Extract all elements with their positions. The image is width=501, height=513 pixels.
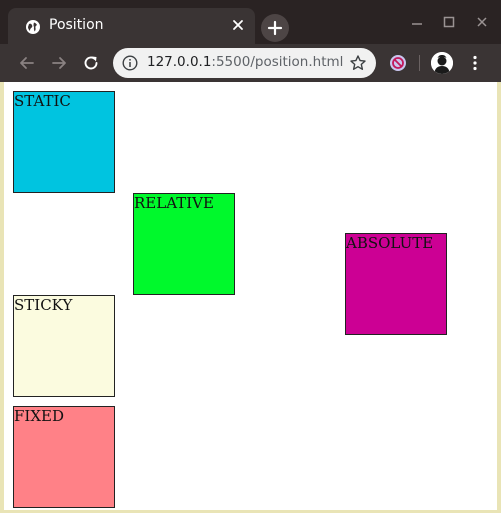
new-tab-button[interactable] <box>261 14 289 42</box>
star-icon[interactable] <box>349 54 367 72</box>
absolute-box-label: ABSOLUTE <box>346 234 434 252</box>
browser-window: Position 127.0.0.1:5500/position.html ST… <box>0 0 501 513</box>
address-bar[interactable]: 127.0.0.1:5500/position.html <box>113 48 376 78</box>
tab-strip: Position <box>0 0 501 44</box>
url-text: 127.0.0.1:5500/position.html <box>147 54 343 70</box>
block-icon[interactable] <box>389 54 407 72</box>
toolbar-divider <box>419 55 420 71</box>
window-close-icon[interactable] <box>474 14 490 30</box>
kebab-menu-icon[interactable] <box>466 54 484 72</box>
sticky-box-label: STICKY <box>14 296 73 314</box>
info-icon[interactable] <box>122 55 138 71</box>
absolute-box: ABSOLUTE <box>345 233 447 335</box>
arrow-right-icon[interactable] <box>49 53 69 73</box>
reload-icon[interactable] <box>81 53 101 73</box>
sticky-box: STICKY <box>13 295 115 397</box>
tab-position[interactable]: Position <box>8 8 255 44</box>
browser-toolbar: 127.0.0.1:5500/position.html <box>0 44 501 82</box>
relative-box: RELATIVE <box>133 193 235 295</box>
globe-icon <box>26 20 40 34</box>
fixed-box-label: FIXED <box>14 407 64 425</box>
minimize-icon[interactable] <box>409 14 425 30</box>
maximize-icon[interactable] <box>441 14 457 30</box>
relative-box-label: RELATIVE <box>134 194 214 212</box>
url-host: 127.0.0.1 <box>147 54 212 70</box>
url-path: :5500/position.html <box>211 54 344 70</box>
static-box: STATIC <box>13 91 115 193</box>
avatar-icon <box>431 52 453 74</box>
fixed-box: FIXED <box>13 406 115 508</box>
close-icon[interactable] <box>230 17 246 33</box>
avatar[interactable] <box>431 52 453 74</box>
page-viewport: STATIC RELATIVE ABSOLUTE STICKY FIXED <box>4 82 497 510</box>
tab-title: Position <box>49 17 104 33</box>
plus-icon <box>267 20 283 36</box>
arrow-left-icon[interactable] <box>17 53 37 73</box>
static-box-label: STATIC <box>14 92 71 110</box>
